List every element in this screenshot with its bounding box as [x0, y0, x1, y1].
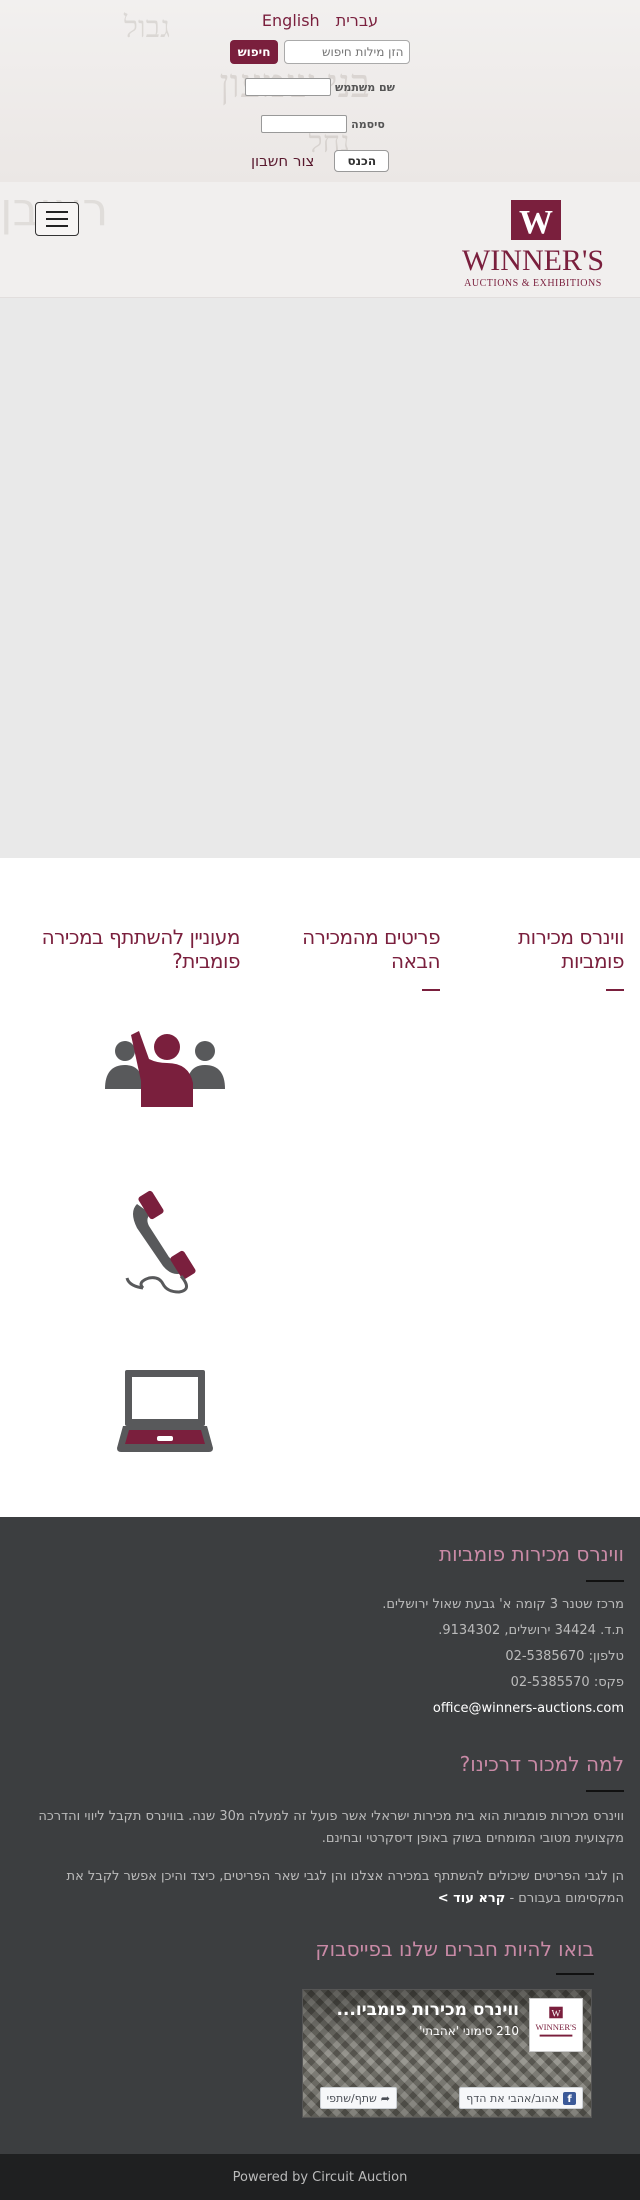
logo-wordmark: WINNER'S	[462, 244, 604, 277]
svg-text:W: W	[551, 2008, 561, 2019]
laptop-icon	[117, 1370, 213, 1452]
footer-why-paragraph-2: הן לגבי הפריטים שיכולים להשתתף במכירה אצ…	[14, 1866, 624, 1910]
logo-tagline: AUCTIONS & EXHIBITIONS	[464, 278, 602, 289]
fb-share-label: שתף/שתפי	[326, 2091, 377, 2105]
footer-address: מרכז שטנר 3 קומה א' גבעת שאול ירושלים.	[382, 1597, 624, 1612]
facebook-page-widget[interactable]: W WINNER'S ווינרס מכירות פומביו... 210 ס…	[302, 1989, 592, 2118]
content-tabs: ווינרס מכירות פומביות פריטים מהמכירה הבא…	[0, 925, 625, 991]
footer-facebook-title: בואו להיות חברים שלנו בפייסבוק	[315, 1937, 594, 1961]
fb-share-button[interactable]: ➦ שתף/שתפי	[319, 2087, 397, 2109]
tab-participate[interactable]: מעוניין להשתתף במכירה פומבית?	[0, 925, 241, 991]
laptop-block	[90, 1368, 240, 1454]
read-more-link[interactable]: קרא עוד >	[438, 1891, 506, 1906]
svg-text:W: W	[519, 204, 553, 241]
footer-email-link[interactable]: office@winners-auctions.com	[433, 1701, 624, 1716]
footer-divider	[586, 1790, 624, 1792]
raise-hand-block	[90, 1025, 240, 1107]
tab-winners-auctions[interactable]: ווינרס מכירות פומביות	[470, 925, 625, 991]
tab-label: פריטים מהמכירה הבאה	[302, 925, 441, 973]
search-button[interactable]: חיפוש	[229, 40, 279, 64]
header-navbar: ראובן W WINNER'S AUCTIONS & EXHIBITIONS	[0, 182, 640, 298]
top-utility-bar: בני שמעון גבול נחל עברית English חיפוש ש…	[0, 0, 640, 182]
fb-like-label: אהוב/אהבי את הדף	[466, 2091, 559, 2105]
phone-icon	[125, 1190, 196, 1294]
language-switcher: עברית English	[0, 11, 640, 30]
lang-english-link[interactable]: English	[262, 11, 320, 30]
raise-hand-icon	[105, 1031, 225, 1107]
footer-why-paragraph: ווינרס מכירות פומביות הוא בית מכירות ישר…	[38, 1809, 624, 1846]
footer-fax: פקס: 02-5385570	[510, 1675, 624, 1690]
username-field[interactable]	[245, 78, 332, 96]
tab-next-auction-items[interactable]: פריטים מהמכירה הבאה	[270, 925, 441, 991]
menu-bar-icon	[46, 218, 68, 220]
footer-divider	[586, 1580, 624, 1582]
powered-by-link[interactable]: Powered by Circuit Auction	[233, 2170, 408, 2185]
fb-likes-count: 210 סימוני 'אהבתי'	[419, 2024, 519, 2038]
fb-like-button[interactable]: f אהוב/אהבי את הדף	[459, 2087, 583, 2109]
tab-underline	[422, 989, 441, 991]
username-label: שם משתמש	[335, 80, 395, 94]
tab-underline	[606, 989, 624, 991]
phone-block	[90, 1190, 240, 1294]
winners-logo[interactable]: W WINNER'S AUCTIONS & EXHIBITIONS	[442, 200, 624, 290]
tab-label: מעוניין להשתתף במכירה פומבית?	[41, 925, 241, 973]
svg-text:WINNER'S: WINNER'S	[536, 2022, 577, 2032]
tab-label: ווינרס מכירות פומביות	[517, 925, 625, 973]
search-form: חיפוש	[0, 40, 640, 64]
facebook-icon: f	[563, 2091, 576, 2105]
hamburger-menu-button[interactable]	[35, 202, 79, 236]
login-row: הכנס צור חשבון	[0, 150, 640, 172]
lang-hebrew-link[interactable]: עברית	[336, 11, 378, 30]
footer-divider	[556, 1973, 594, 1975]
footer-about-title: ווינרס מכירות פומביות	[438, 1542, 624, 1566]
username-row: שם משתמש	[0, 78, 640, 96]
login-button[interactable]: הכנס	[334, 150, 390, 172]
password-row: סיסמה	[0, 115, 640, 133]
menu-bar-icon	[46, 225, 68, 227]
footer-phone: טלפון: 02-5385670	[505, 1649, 624, 1664]
powered-by-bar: Powered by Circuit Auction	[0, 2154, 640, 2200]
footer-why-title: למה למכור דרכינו?	[459, 1752, 624, 1776]
menu-bar-icon	[46, 211, 68, 213]
fb-page-name[interactable]: ווינרס מכירות פומביו...	[336, 2000, 519, 2020]
footer-why-text: הן לגבי הפריטים שיכולים להשתתף במכירה אצ…	[66, 1869, 624, 1906]
fb-page-thumbnail: W WINNER'S	[529, 1998, 583, 2052]
password-field[interactable]	[261, 115, 348, 133]
register-link[interactable]: צור חשבון	[251, 152, 315, 170]
hero-slider-placeholder	[0, 298, 640, 858]
share-arrow-icon: ➦	[380, 2091, 390, 2105]
footer-pobox: ת.ד. 34424 ירושלים, 9134302.	[438, 1623, 624, 1638]
search-input[interactable]	[284, 40, 411, 64]
password-label: סיסמה	[351, 117, 385, 131]
